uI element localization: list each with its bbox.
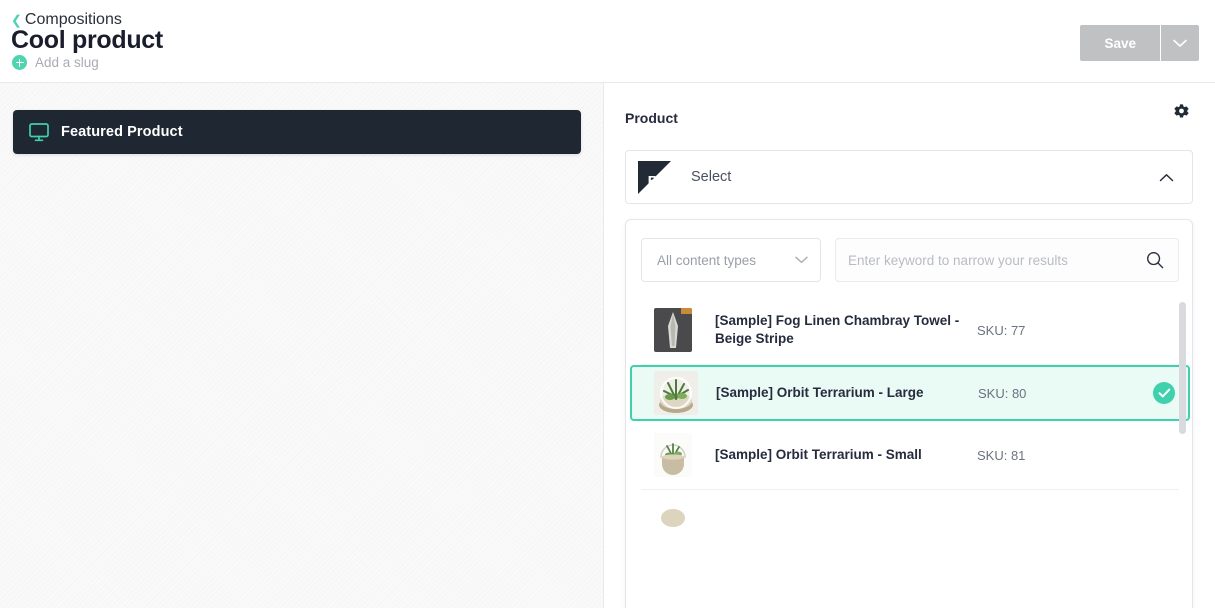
page-title: Cool product (11, 26, 163, 54)
plus-circle-icon (12, 55, 27, 70)
list-item[interactable]: [Sample] Orbit Terrarium - Large SKU: 80 (630, 365, 1190, 421)
content-type-filter[interactable]: All content types (641, 238, 821, 282)
product-select-value: Select (691, 169, 732, 185)
search-field[interactable] (835, 238, 1179, 282)
search-button[interactable] (1146, 251, 1164, 269)
list-item-sku: SKU: 77 (977, 322, 1026, 338)
product-thumbnail (654, 502, 692, 536)
panel-title: Product (625, 110, 678, 126)
bigcommerce-logo-icon: B (638, 160, 671, 194)
app-root: ❮ Compositions Cool product Add a slug S… (0, 0, 1215, 608)
fog-linen-towel-thumbnail (654, 308, 692, 352)
list-item[interactable]: [Sample] Fog Linen Chambray Towel - Beig… (641, 296, 1179, 365)
filter-row: All content types (641, 238, 1179, 282)
save-button[interactable]: Save (1080, 25, 1160, 61)
product-picker-dropdown: All content types Enter keyword to narro… (625, 219, 1193, 608)
product-select-field[interactable]: B Select (625, 150, 1193, 204)
chevron-left-icon: ❮ (11, 12, 22, 27)
chevron-down-icon (795, 256, 808, 264)
content-type-filter-value: All content types (657, 252, 757, 268)
gear-icon (1173, 103, 1189, 118)
list-item-sku: SKU: 80 (978, 385, 1027, 401)
list-item-title: [Sample] Orbit Terrarium - Small (715, 447, 922, 462)
svg-text:B: B (648, 173, 659, 190)
chevron-up-icon (1159, 173, 1174, 181)
search-icon (1147, 252, 1164, 269)
composition-canvas: Featured Product (0, 83, 604, 608)
results-scrollbar-thumb[interactable] (1179, 302, 1186, 434)
list-item[interactable] (641, 490, 1179, 536)
page-header: ❮ Compositions Cool product Add a slug S… (0, 0, 1215, 83)
list-item-title: [Sample] Fog Linen Chambray Towel - Beig… (715, 313, 960, 346)
chevron-down-icon (1173, 39, 1187, 47)
add-slug-button[interactable]: Add a slug (12, 55, 99, 70)
save-dropdown-button[interactable] (1161, 25, 1199, 61)
monitor-icon (29, 122, 49, 141)
product-settings-panel: Product B Select All content types Enter… (605, 83, 1215, 608)
orbit-terrarium-large-thumbnail (654, 371, 698, 415)
product-results-list[interactable]: [Sample] Fog Linen Chambray Towel - Beig… (626, 296, 1192, 536)
results-scrollbar[interactable] (1179, 302, 1186, 534)
search-input[interactable] (848, 252, 1146, 268)
list-item-title: [Sample] Orbit Terrarium - Large (716, 385, 924, 400)
featured-product-block[interactable]: Featured Product (13, 110, 581, 154)
featured-product-label: Featured Product (61, 124, 183, 140)
list-item[interactable]: [Sample] Orbit Terrarium - Small SKU: 81 (641, 421, 1179, 490)
orbit-terrarium-small-thumbnail (654, 433, 692, 477)
settings-gear-button[interactable] (1169, 100, 1193, 124)
add-slug-label: Add a slug (35, 55, 99, 70)
check-circle-icon (1153, 382, 1175, 404)
list-item-sku: SKU: 81 (977, 447, 1026, 463)
save-button-group[interactable]: Save (1080, 25, 1199, 61)
